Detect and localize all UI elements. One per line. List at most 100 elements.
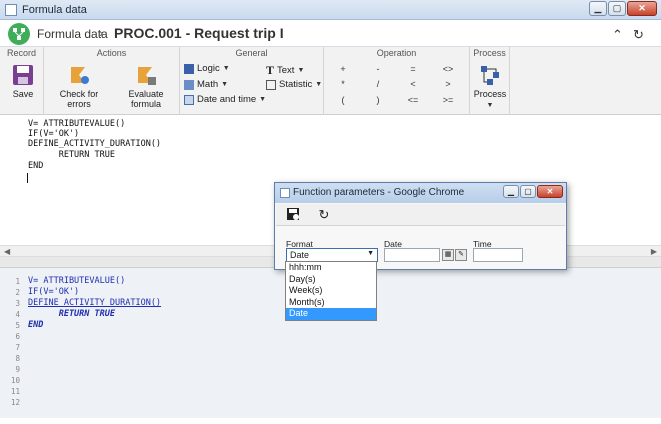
calendar-icon[interactable]: ▦ — [442, 249, 454, 261]
code-line[interactable]: DEFINE_ACTIVITY_DURATION() — [28, 139, 161, 149]
maximize-button[interactable]: ▢ — [608, 1, 626, 16]
code-line[interactable]: END — [28, 161, 43, 171]
operator-less-button[interactable]: < — [402, 79, 424, 89]
format-select[interactable]: Date ▼ — [286, 248, 378, 262]
operator-less-equal-button[interactable]: <= — [402, 95, 424, 105]
highlighted-code-line: END — [28, 320, 44, 330]
code-line[interactable]: V= ATTRIBUTEVALUE() — [28, 119, 125, 129]
window-titlebar: Formula data ▁ ▢ ✕ — [0, 0, 661, 20]
chevron-down-icon: ▼ — [486, 102, 494, 109]
math-menu[interactable]: Math ▼ — [184, 79, 228, 90]
format-option-weeks[interactable]: Week(s) — [286, 285, 376, 297]
save-close-icon[interactable] — [285, 207, 301, 223]
code-line[interactable]: RETURN TRUE — [28, 150, 115, 160]
code-line[interactable]: IF(V='OK') — [28, 129, 79, 139]
evaluate-formula-button[interactable]: Evaluate formula — [114, 64, 178, 109]
save-disk-icon — [12, 64, 34, 86]
line-number: 8 — [15, 354, 20, 363]
minimize-button[interactable]: ▁ — [589, 1, 607, 16]
format-option-days[interactable]: Day(s) — [286, 274, 376, 286]
format-option-hhmm[interactable]: hhh:mm — [286, 262, 376, 274]
group-title-general: General — [235, 48, 268, 58]
format-selected-value: Date — [290, 250, 310, 260]
math-icon — [184, 79, 194, 90]
evaluate-formula-label: Evaluate formula — [128, 89, 164, 109]
operator-open-paren-button[interactable]: ( — [332, 95, 354, 105]
line-number: 2 — [15, 288, 20, 297]
operator-plus-button[interactable]: + — [332, 64, 354, 74]
chevron-down-icon: ▼ — [315, 81, 323, 88]
highlighted-code-line: RETURN TRUE — [28, 309, 115, 319]
scroll-left-icon[interactable]: ◀ — [4, 247, 10, 256]
group-title-operation: Operation — [376, 48, 417, 58]
app-icon — [5, 4, 17, 16]
dialog-maximize-button[interactable]: ▢ — [520, 185, 536, 198]
page-header: Formula data › PROC.001 - Request trip I… — [0, 21, 661, 47]
process-label: Process — [473, 89, 507, 99]
refresh-icon[interactable]: ↻ — [316, 207, 332, 223]
ribbon-group-process: Process Process ▼ — [470, 47, 510, 115]
text-cursor — [27, 173, 28, 183]
dialog-title: Function parameters - Google Chrome — [293, 187, 465, 198]
statistic-menu[interactable]: Statistic ▼ — [266, 79, 322, 90]
line-number: 1 — [15, 277, 20, 286]
check-errors-label: Check for errors — [59, 89, 99, 109]
refresh-icon[interactable]: ↻ — [633, 27, 644, 43]
format-option-months[interactable]: Month(s) — [286, 297, 376, 309]
text-t-icon: T — [266, 63, 275, 77]
clear-date-icon[interactable]: ✎ — [455, 249, 467, 261]
logic-label: Logic — [197, 63, 220, 74]
date-input[interactable] — [384, 248, 440, 262]
chevron-down-icon: ▼ — [367, 250, 374, 257]
line-number: 3 — [15, 299, 20, 308]
group-title-record: Record — [6, 48, 36, 58]
text-menu[interactable]: T Text ▼ — [266, 63, 304, 78]
logic-menu[interactable]: Logic ▼ — [184, 63, 230, 74]
dialog-minimize-button[interactable]: ▁ — [503, 185, 519, 198]
operator-not-equal-button[interactable]: <> — [437, 64, 459, 74]
line-number: 12 — [10, 398, 20, 407]
format-option-date[interactable]: Date — [286, 308, 376, 320]
operator-minus-button[interactable]: - — [367, 64, 389, 74]
check-errors-button[interactable]: Check for errors — [48, 64, 110, 109]
operator-equals-button[interactable]: = — [402, 64, 424, 74]
save-label: Save — [12, 89, 34, 99]
operator-close-paren-button[interactable]: ) — [367, 95, 389, 105]
breadcrumb-root[interactable]: Formula data — [37, 27, 108, 41]
dialog-close-button[interactable]: ✕ — [537, 185, 563, 198]
formula-logo-icon — [8, 23, 30, 45]
format-dropdown-list: hhh:mm Day(s) Week(s) Month(s) Date — [285, 261, 377, 321]
highlighted-code-line: V= ATTRIBUTEVALUE() — [28, 276, 126, 286]
scroll-right-icon[interactable]: ▶ — [651, 247, 657, 256]
highlighted-code-line: DEFINE_ACTIVITY_DURATION() — [28, 298, 162, 308]
evaluate-formula-icon — [135, 64, 157, 86]
time-input[interactable] — [473, 248, 523, 262]
chevron-down-icon: ▼ — [221, 81, 229, 88]
text-label: Text — [277, 65, 295, 76]
ribbon-group-general: General Logic ▼ Math ▼ Date and time ▼ T… — [180, 47, 324, 115]
operator-greater-button[interactable]: > — [437, 79, 459, 89]
date-time-menu[interactable]: Date and time ▼ — [184, 94, 266, 105]
line-number: 6 — [15, 332, 20, 341]
line-number: 9 — [15, 365, 20, 374]
ribbon-toolbar: Record Save Actions Check for errors Eva… — [0, 47, 661, 115]
function-parameters-dialog: Function parameters - Google Chrome ▁ ▢ … — [274, 182, 567, 270]
chevron-down-icon: ▼ — [222, 65, 230, 72]
line-number: 5 — [15, 321, 20, 330]
line-number: 11 — [10, 387, 20, 396]
process-flow-icon — [479, 64, 501, 86]
group-title-process: Process — [473, 48, 506, 58]
breadcrumb-separator: › — [99, 26, 103, 40]
calendar-icon — [184, 94, 194, 105]
operator-greater-equal-button[interactable]: >= — [437, 95, 459, 105]
collapse-icon[interactable]: ⌃ — [612, 27, 623, 43]
math-label: Math — [197, 79, 219, 90]
process-button[interactable]: Process ▼ — [472, 64, 508, 109]
dialog-titlebar: Function parameters - Google Chrome ▁ ▢ … — [275, 183, 566, 203]
group-title-actions: Actions — [96, 48, 127, 58]
save-button[interactable]: Save — [8, 64, 38, 99]
operator-multiply-button[interactable]: * — [332, 79, 354, 89]
check-errors-icon — [68, 64, 90, 86]
close-button[interactable]: ✕ — [627, 1, 657, 16]
operator-divide-button[interactable]: / — [367, 79, 389, 89]
